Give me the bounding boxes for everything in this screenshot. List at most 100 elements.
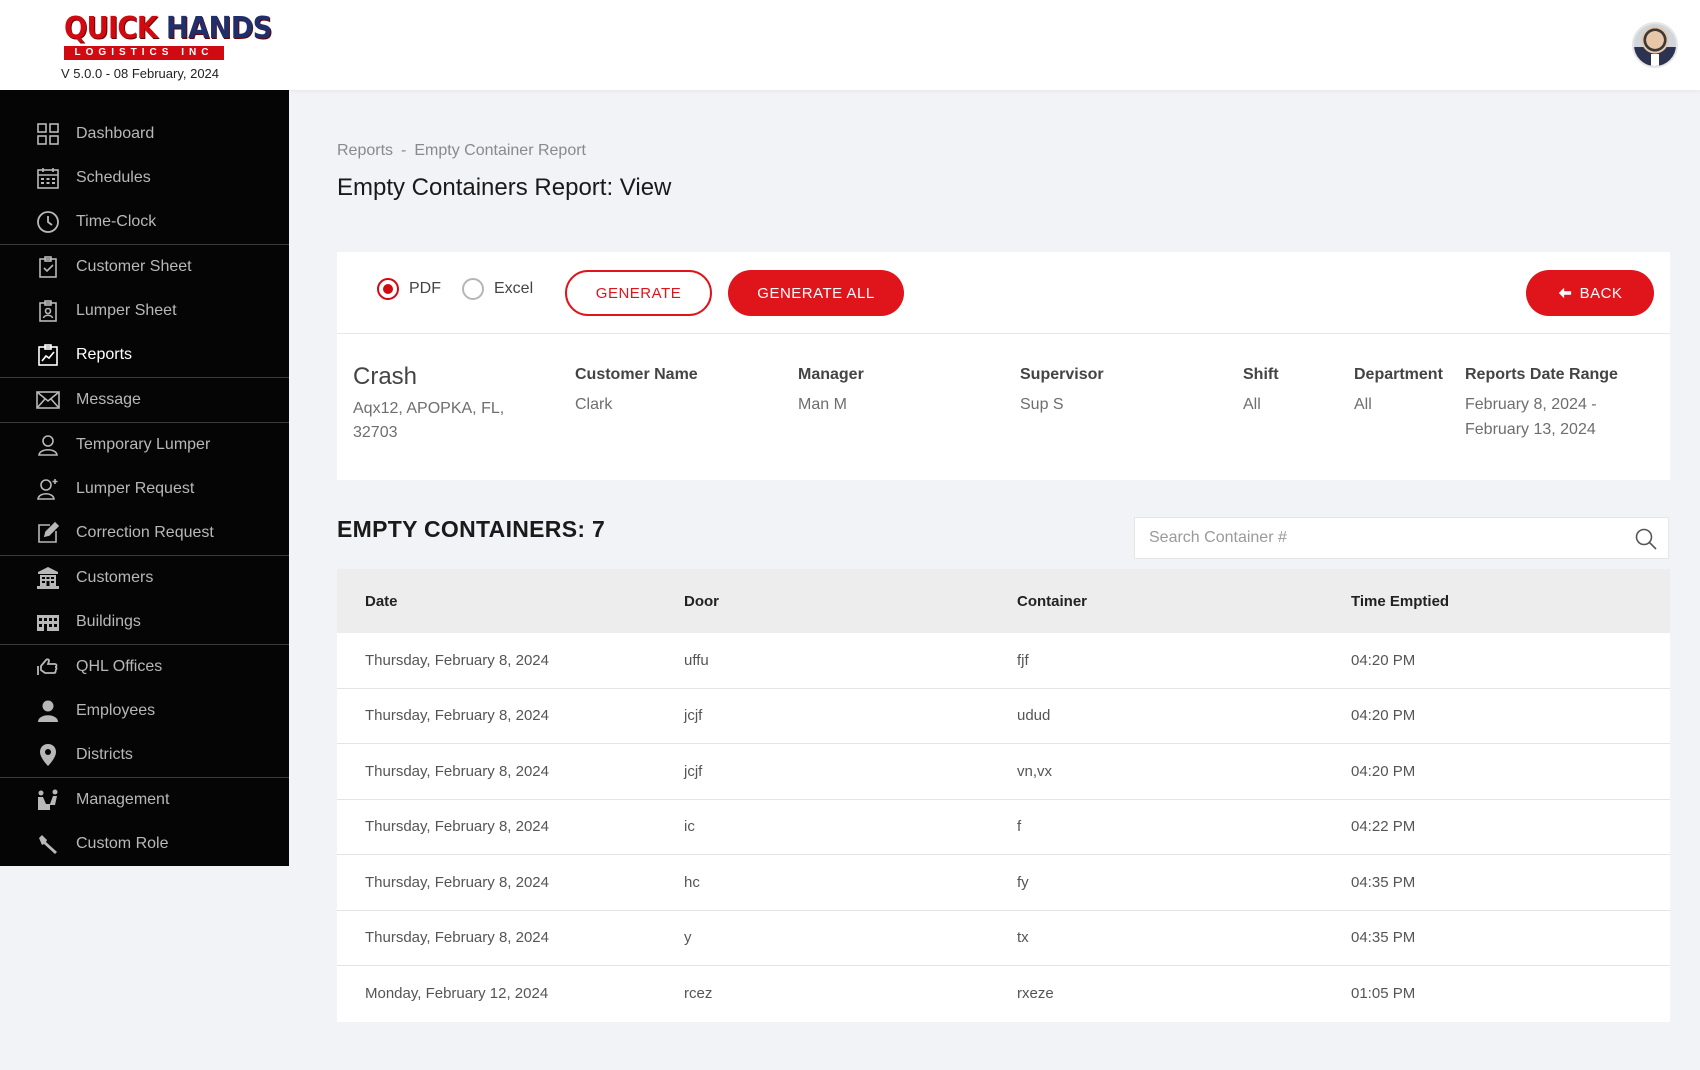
sidebar-item-qhl-offices[interactable]: QHL Offices xyxy=(0,645,289,689)
sidebar-item-lumper-sheet[interactable]: Lumper Sheet xyxy=(0,289,289,333)
table-cell-container: fjf xyxy=(1017,651,1029,669)
shift-value: All xyxy=(1243,396,1261,413)
table-cell-door: hc xyxy=(684,873,700,891)
table-row[interactable]: Thursday, February 8, 2024 y tx 04:35 PM xyxy=(337,911,1670,966)
sidebar-group: Dashboard Schedules Time-Clock xyxy=(0,112,289,245)
quick-hands-logo[interactable]: QUICK HANDS LOGISTICS INC xyxy=(64,11,273,60)
logo-wordmark: QUICK HANDS xyxy=(64,11,273,46)
top-header: QUICK HANDS LOGISTICS INC V 5.0.0 - 08 F… xyxy=(0,0,1700,90)
table-cell-door: jcjf xyxy=(684,707,703,725)
supervisor-value: Sup S xyxy=(1020,396,1064,413)
table-cell-time-emptied: 04:35 PM xyxy=(1351,929,1416,947)
pdf-radio-indicator xyxy=(377,278,399,300)
table-cell-container: fy xyxy=(1017,873,1029,891)
table-cell-date: Thursday, February 8, 2024 xyxy=(365,762,549,780)
search-icon[interactable] xyxy=(1634,527,1658,551)
sidebar-item-label: Customer Sheet xyxy=(76,258,192,275)
manager-value: Man M xyxy=(798,396,847,413)
sidebar-item-reports[interactable]: Reports xyxy=(0,333,289,377)
breadcrumb-reports-link[interactable]: Reports xyxy=(337,142,393,159)
department-field: Department All xyxy=(1354,366,1443,417)
user-plus-icon xyxy=(36,477,60,501)
page-title: Empty Containers Report: View xyxy=(337,174,672,201)
sidebar-item-customer-sheet[interactable]: Customer Sheet xyxy=(0,245,289,289)
table-cell-time-emptied: 01:05 PM xyxy=(1351,985,1416,1003)
table-row[interactable]: Thursday, February 8, 2024 hc fy 04:35 PM xyxy=(337,855,1670,911)
table-cell-container: vn,vx xyxy=(1017,762,1053,780)
shift-label: Shift xyxy=(1243,366,1279,383)
sidebar-item-message[interactable]: Message xyxy=(0,378,289,422)
date-range-field: Reports Date Range February 8, 2024 - Fe… xyxy=(1465,366,1618,442)
clipboard-user-icon xyxy=(36,299,60,323)
sidebar-item-buildings[interactable]: Buildings xyxy=(0,600,289,644)
table-cell-date: Thursday, February 8, 2024 xyxy=(365,929,549,947)
sidebar-group: Customers Buildings xyxy=(0,556,289,645)
container-search xyxy=(1134,517,1669,559)
sidebar-item-label: Temporary Lumper xyxy=(76,436,211,453)
date-range-label: Reports Date Range xyxy=(1465,366,1618,383)
sidebar-item-lumper-request[interactable]: Lumper Request xyxy=(0,467,289,511)
excel-radio-label: Excel xyxy=(494,280,534,297)
sidebar-item-schedules[interactable]: Schedules xyxy=(0,156,289,200)
sidebar-item-label: Time-Clock xyxy=(76,213,157,230)
sidebar-item-employees[interactable]: Employees xyxy=(0,689,289,733)
table-cell-door: rcez xyxy=(684,985,713,1003)
column-header-door[interactable]: Door xyxy=(684,593,719,610)
pdf-radio[interactable]: PDF xyxy=(377,278,441,300)
report-info: Crash Aqx12, APOPKA, FL, 32703 Customer … xyxy=(337,334,1670,480)
table-cell-time-emptied: 04:20 PM xyxy=(1351,762,1416,780)
sidebar-item-label: Lumper Sheet xyxy=(76,302,177,319)
hand-icon xyxy=(36,655,60,679)
sidebar-item-label: Dashboard xyxy=(76,125,155,142)
pdf-radio-label: PDF xyxy=(409,280,441,297)
report-options-card: PDF Excel GENERATE GENERATE ALL BACK Cra… xyxy=(337,252,1670,480)
department-label: Department xyxy=(1354,366,1443,383)
table-row[interactable]: Monday, February 12, 2024 rcez rxeze 01:05 … xyxy=(337,966,1670,1022)
table-cell-time-emptied: 04:22 PM xyxy=(1351,818,1416,836)
sidebar-item-management[interactable]: Management xyxy=(0,778,289,822)
sidebar-group: QHL Offices Employees Districts xyxy=(0,645,289,778)
column-header-container[interactable]: Container xyxy=(1017,593,1087,610)
column-header-time-emptied[interactable]: Time Emptied xyxy=(1351,593,1449,610)
breadcrumb-current: Empty Container Report xyxy=(414,142,586,159)
excel-radio[interactable]: Excel xyxy=(462,278,533,300)
breadcrumb-separator: - xyxy=(401,142,407,159)
sidebar-item-customers[interactable]: Customers xyxy=(0,556,289,600)
sidebar-item-temporary-lumper[interactable]: Temporary Lumper xyxy=(0,423,289,467)
table-cell-door: jcjf xyxy=(684,762,703,780)
sidebar-item-time-clock[interactable]: Time-Clock xyxy=(0,200,289,244)
table-cell-container: rxeze xyxy=(1017,985,1054,1003)
column-header-date[interactable]: Date xyxy=(365,593,398,610)
generate-button[interactable]: GENERATE xyxy=(565,270,712,316)
table-cell-date: Thursday, February 8, 2024 xyxy=(365,707,549,725)
table-row[interactable]: Thursday, February 8, 2024 jcjf vn,vx 04:20… xyxy=(337,744,1670,800)
customer-title: Crash xyxy=(353,363,418,390)
table-cell-door: uffu xyxy=(684,651,709,669)
user-outline-icon xyxy=(36,433,60,457)
back-button[interactable]: BACK xyxy=(1526,270,1654,316)
table-cell-time-emptied: 04:20 PM xyxy=(1351,651,1416,669)
table-cell-container: f xyxy=(1017,818,1022,836)
search-container-input[interactable] xyxy=(1135,518,1668,558)
table-cell-door: ic xyxy=(684,818,695,836)
dashboard-icon xyxy=(36,122,60,146)
sidebar-item-custom-role[interactable]: Custom Role xyxy=(0,822,289,866)
user-avatar[interactable] xyxy=(1632,22,1678,68)
generate-all-button[interactable]: GENERATE ALL xyxy=(728,270,904,316)
back-button-label: BACK xyxy=(1579,284,1623,302)
table-cell-time-emptied: 04:20 PM xyxy=(1351,707,1416,725)
sidebar-item-dashboard[interactable]: Dashboard xyxy=(0,112,289,156)
app-version: V 5.0.0 - 08 February, 2024 xyxy=(61,66,220,81)
supervisor-label: Supervisor xyxy=(1020,366,1104,383)
table-row[interactable]: Thursday, February 8, 2024 uffu fjf 04:20 P… xyxy=(337,633,1670,689)
table-header: Date Door Container Time Emptied xyxy=(337,569,1670,633)
edit-icon xyxy=(36,521,60,545)
table-row[interactable]: Thursday, February 8, 2024 jcjf udud 04:20 … xyxy=(337,689,1670,744)
table-row[interactable]: Thursday, February 8, 2024 ic f 04:22 PM xyxy=(337,800,1670,855)
empty-containers-count-title: EMPTY CONTAINERS: 7 xyxy=(337,516,606,542)
customer-info: Crash Aqx12, APOPKA, FL, 32703 xyxy=(353,363,513,445)
sidebar-item-correction-request[interactable]: Correction Request xyxy=(0,511,289,555)
sidebar-item-districts[interactable]: Districts xyxy=(0,733,289,777)
customer-name-field: Customer Name Clark xyxy=(575,366,698,417)
building-icon xyxy=(36,566,60,590)
